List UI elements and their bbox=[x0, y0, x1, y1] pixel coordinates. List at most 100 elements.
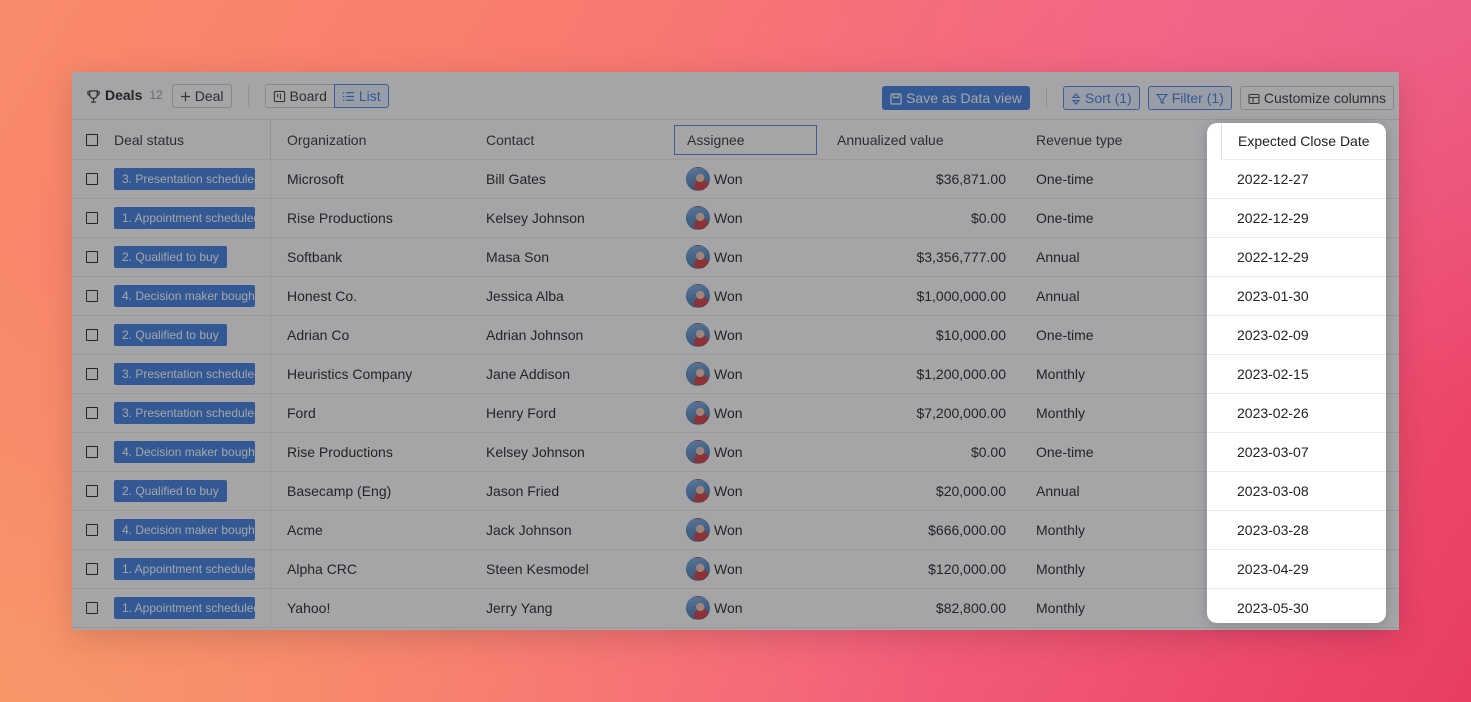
assignee-cell[interactable]: Won bbox=[674, 589, 817, 627]
table-row[interactable]: 3. Presentation scheduled Microsoft Bill… bbox=[72, 160, 1399, 199]
assignee-cell[interactable]: Won bbox=[674, 472, 817, 510]
assignee-cell[interactable]: Won bbox=[674, 277, 817, 315]
revenue-type-cell[interactable]: Monthly bbox=[1020, 589, 1204, 627]
sort-button[interactable]: Sort (1) bbox=[1063, 86, 1140, 110]
column-header-contact[interactable]: Contact bbox=[470, 120, 674, 159]
annualized-value-cell[interactable]: $0.00 bbox=[817, 433, 1020, 471]
organization-cell[interactable]: Rise Productions bbox=[270, 433, 470, 471]
expected-close-date-cell[interactable]: 2022-12-29 bbox=[1207, 199, 1386, 238]
deal-status-tag[interactable]: 3. Presentation scheduled bbox=[114, 402, 255, 424]
deal-status-tag[interactable]: 2. Qualified to buy bbox=[114, 480, 227, 502]
deal-status-tag[interactable]: 3. Presentation scheduled bbox=[114, 168, 255, 190]
row-checkbox[interactable] bbox=[86, 173, 98, 185]
revenue-type-cell[interactable]: One-time bbox=[1020, 199, 1204, 237]
assignee-cell[interactable]: Won bbox=[674, 433, 817, 471]
assignee-cell[interactable]: Won bbox=[674, 199, 817, 237]
deal-status-tag[interactable]: 1. Appointment scheduled bbox=[114, 558, 255, 580]
row-checkbox[interactable] bbox=[86, 329, 98, 341]
table-row[interactable]: 2. Qualified to buy Softbank Masa Son Wo… bbox=[72, 238, 1399, 277]
expected-close-date-cell[interactable]: 2023-02-09 bbox=[1207, 316, 1386, 355]
deal-status-tag[interactable]: 4. Decision maker bought-in bbox=[114, 285, 255, 307]
assignee-cell[interactable]: Won bbox=[674, 550, 817, 588]
row-checkbox[interactable] bbox=[86, 446, 98, 458]
annualized-value-cell[interactable]: $10,000.00 bbox=[817, 316, 1020, 354]
list-view-button[interactable]: List bbox=[333, 83, 389, 108]
table-row[interactable]: 2. Qualified to buy Adrian Co Adrian Joh… bbox=[72, 316, 1399, 355]
row-checkbox[interactable] bbox=[86, 563, 98, 575]
row-checkbox[interactable] bbox=[86, 407, 98, 419]
assignee-cell[interactable]: Won bbox=[674, 511, 817, 549]
organization-cell[interactable]: Adrian Co bbox=[270, 316, 470, 354]
deal-status-tag[interactable]: 4. Decision maker bought-in bbox=[114, 441, 255, 463]
assignee-cell[interactable]: Won bbox=[674, 316, 817, 354]
expected-close-date-cell[interactable]: 2022-12-29 bbox=[1207, 238, 1386, 277]
annualized-value-cell[interactable]: $666,000.00 bbox=[817, 511, 1020, 549]
annualized-value-cell[interactable]: $1,000,000.00 bbox=[817, 277, 1020, 315]
organization-cell[interactable]: Honest Co. bbox=[270, 277, 470, 315]
organization-cell[interactable]: Acme bbox=[270, 511, 470, 549]
column-header-revenue-type[interactable]: Revenue type bbox=[1020, 120, 1204, 159]
annualized-value-cell[interactable]: $3,356,777.00 bbox=[817, 238, 1020, 276]
revenue-type-cell[interactable]: Annual bbox=[1020, 472, 1204, 510]
annualized-value-cell[interactable]: $1,200,000.00 bbox=[817, 355, 1020, 393]
contact-cell[interactable]: Kelsey Johnson bbox=[470, 199, 674, 237]
deal-status-tag[interactable]: 2. Qualified to buy bbox=[114, 324, 227, 346]
deal-status-tag[interactable]: 3. Presentation scheduled bbox=[114, 363, 255, 385]
organization-cell[interactable]: Alpha CRC bbox=[270, 550, 470, 588]
table-row[interactable]: 4. Decision maker bought-in Honest Co. J… bbox=[72, 277, 1399, 316]
contact-cell[interactable]: Jerry Yang bbox=[470, 589, 674, 627]
deal-status-tag[interactable]: 1. Appointment scheduled bbox=[114, 207, 255, 229]
contact-cell[interactable]: Jack Johnson bbox=[470, 511, 674, 549]
table-row[interactable]: 2. Qualified to buy Basecamp (Eng) Jason… bbox=[72, 472, 1399, 511]
revenue-type-cell[interactable]: Monthly bbox=[1020, 355, 1204, 393]
deal-status-tag[interactable]: 2. Qualified to buy bbox=[114, 246, 227, 268]
table-row[interactable]: 1. Appointment scheduled Rise Production… bbox=[72, 199, 1399, 238]
organization-cell[interactable]: Ford bbox=[270, 394, 470, 432]
expected-close-date-cell[interactable]: 2023-02-26 bbox=[1207, 394, 1386, 433]
expected-close-date-cell[interactable]: 2023-03-07 bbox=[1207, 433, 1386, 472]
table-row[interactable]: 1. Appointment scheduled Yahoo! Jerry Ya… bbox=[72, 589, 1399, 628]
revenue-type-cell[interactable]: One-time bbox=[1020, 160, 1204, 198]
table-row[interactable]: 4. Decision maker bought-in Acme Jack Jo… bbox=[72, 511, 1399, 550]
expected-close-date-cell[interactable]: 2022-12-27 bbox=[1207, 160, 1386, 199]
table-row[interactable]: 1. Appointment scheduled Alpha CRC Steen… bbox=[72, 550, 1399, 589]
revenue-type-cell[interactable]: Annual bbox=[1020, 277, 1204, 315]
organization-cell[interactable]: Basecamp (Eng) bbox=[270, 472, 470, 510]
column-header-expected-close-date-highlight[interactable]: Expected Close Date bbox=[1221, 123, 1386, 160]
assignee-cell[interactable]: Won bbox=[674, 238, 817, 276]
expected-close-date-cell[interactable]: 2023-04-29 bbox=[1207, 550, 1386, 589]
contact-cell[interactable]: Jason Fried bbox=[470, 472, 674, 510]
row-checkbox[interactable] bbox=[86, 602, 98, 614]
contact-cell[interactable]: Jane Addison bbox=[470, 355, 674, 393]
save-as-data-view-button[interactable]: Save as Data view bbox=[882, 86, 1031, 110]
add-deal-button[interactable]: Deal bbox=[171, 83, 232, 108]
row-checkbox[interactable] bbox=[86, 485, 98, 497]
revenue-type-cell[interactable]: Monthly bbox=[1020, 394, 1204, 432]
row-checkbox[interactable] bbox=[86, 524, 98, 536]
organization-cell[interactable]: Heuristics Company bbox=[270, 355, 470, 393]
column-header-deal-status[interactable]: Deal status bbox=[106, 120, 270, 159]
deal-status-tag[interactable]: 4. Decision maker bought-in bbox=[114, 519, 255, 541]
table-row[interactable]: 3. Presentation scheduled Heuristics Com… bbox=[72, 355, 1399, 394]
assignee-cell[interactable]: Won bbox=[674, 160, 817, 198]
annualized-value-cell[interactable]: $7,200,000.00 bbox=[817, 394, 1020, 432]
assignee-cell[interactable]: Won bbox=[674, 355, 817, 393]
organization-cell[interactable]: Yahoo! bbox=[270, 589, 470, 627]
organization-cell[interactable]: Microsoft bbox=[270, 160, 470, 198]
column-header-assignee[interactable]: Assignee bbox=[674, 125, 817, 155]
revenue-type-cell[interactable]: Annual bbox=[1020, 238, 1204, 276]
filter-button[interactable]: Filter (1) bbox=[1147, 86, 1232, 110]
table-row[interactable]: 4. Decision maker bought-in Rise Product… bbox=[72, 433, 1399, 472]
expected-close-date-cell[interactable]: 2023-05-30 bbox=[1207, 589, 1386, 623]
contact-cell[interactable]: Jessica Alba bbox=[470, 277, 674, 315]
annualized-value-cell[interactable]: $20,000.00 bbox=[817, 472, 1020, 510]
organization-cell[interactable]: Softbank bbox=[270, 238, 470, 276]
expected-close-date-cell[interactable]: 2023-03-08 bbox=[1207, 472, 1386, 511]
annualized-value-cell[interactable]: $82,800.00 bbox=[817, 589, 1020, 627]
row-checkbox[interactable] bbox=[86, 251, 98, 263]
board-view-button[interactable]: Board bbox=[264, 83, 334, 108]
annualized-value-cell[interactable]: $120,000.00 bbox=[817, 550, 1020, 588]
contact-cell[interactable]: Henry Ford bbox=[470, 394, 674, 432]
contact-cell[interactable]: Masa Son bbox=[470, 238, 674, 276]
column-header-annualized-value[interactable]: Annualized value bbox=[817, 120, 1020, 159]
